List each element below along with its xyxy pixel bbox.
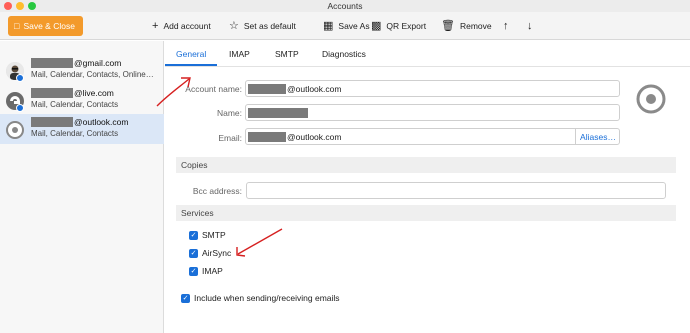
account-name-field[interactable]: @outlook.com bbox=[245, 80, 620, 97]
arrow-up-icon: ↑ bbox=[503, 19, 509, 32]
service-label: AirSync bbox=[202, 248, 232, 258]
include-send-receive-checkbox[interactable]: ✓ Include when sending/receiving emails bbox=[181, 293, 340, 303]
account-name: @live.com bbox=[31, 88, 114, 98]
window-title: Accounts bbox=[327, 1, 363, 11]
account-services: Mail, Calendar, Contacts, Online… bbox=[31, 70, 154, 79]
add-account-button[interactable]: + Add account bbox=[152, 18, 211, 34]
save-as-button[interactable]: ▦ Save As bbox=[323, 18, 370, 34]
checkmark-icon: ✓ bbox=[189, 266, 198, 276]
redacted-block bbox=[31, 88, 73, 98]
bcc-address-field[interactable] bbox=[246, 182, 666, 199]
account-name: @outlook.com bbox=[31, 117, 128, 127]
checkmark-icon: ✓ bbox=[189, 230, 198, 240]
checkmark-icon: ✓ bbox=[181, 293, 190, 303]
bcc-label: Bcc address: bbox=[192, 186, 242, 196]
badge-icon bbox=[16, 104, 24, 112]
set-default-button[interactable]: ☆ Set as default bbox=[229, 18, 296, 34]
redacted-block bbox=[248, 83, 286, 94]
account-domain: @outlook.com bbox=[74, 117, 129, 127]
toolbar: □ Save & Close + Add account ☆ Set as de… bbox=[0, 12, 690, 40]
save-as-icon: ▦ bbox=[323, 19, 334, 32]
star-icon: ☆ bbox=[229, 19, 239, 32]
service-smtp-checkbox[interactable]: ✓ SMTP bbox=[189, 230, 226, 240]
title-bar: Accounts bbox=[0, 0, 690, 12]
tab-smtp[interactable]: SMTP bbox=[275, 49, 299, 59]
redacted-block bbox=[248, 131, 286, 142]
aliases-button[interactable]: Aliases… bbox=[575, 128, 620, 145]
save-close-label: Save & Close bbox=[23, 21, 75, 31]
email-value: @outlook.com bbox=[287, 131, 342, 142]
qr-export-button[interactable]: ▩ QR Export bbox=[371, 18, 426, 34]
services-section-header: Services bbox=[176, 205, 676, 221]
service-airsync-checkbox[interactable]: ✓ AirSync bbox=[189, 248, 231, 258]
set-default-label: Set as default bbox=[243, 21, 296, 31]
account-name: @gmail.com bbox=[31, 58, 121, 68]
tab-general[interactable]: General bbox=[176, 49, 206, 59]
active-tab-indicator bbox=[165, 64, 217, 66]
move-down-button[interactable]: ↓ bbox=[527, 18, 533, 34]
qr-export-label: QR Export bbox=[386, 21, 427, 31]
checkmark-icon: ✓ bbox=[189, 248, 198, 258]
account-domain: @gmail.com bbox=[74, 58, 122, 68]
badge-icon bbox=[16, 74, 24, 82]
account-sidebar: @gmail.com Mail, Calendar, Contacts, Onl… bbox=[0, 41, 164, 333]
tab-diagnostics[interactable]: Diagnostics bbox=[322, 49, 366, 59]
add-account-label: Add account bbox=[163, 21, 211, 31]
account-item-gmail[interactable]: @gmail.com Mail, Calendar, Contacts, Onl… bbox=[0, 55, 164, 85]
save-close-button[interactable]: □ Save & Close bbox=[8, 16, 83, 36]
service-imap-checkbox[interactable]: ✓ IMAP bbox=[189, 266, 223, 276]
tab-imap[interactable]: IMAP bbox=[229, 49, 250, 59]
remove-label: Remove bbox=[459, 21, 492, 31]
trash-icon: 🗑 bbox=[441, 19, 455, 32]
annotation-arrow bbox=[237, 228, 283, 255]
account-services: Mail, Calendar, Contacts bbox=[31, 129, 119, 138]
zoom-window-button[interactable] bbox=[28, 2, 36, 10]
close-window-button[interactable] bbox=[4, 2, 12, 10]
name-field[interactable] bbox=[245, 104, 620, 121]
minimize-window-button[interactable] bbox=[16, 2, 24, 10]
target-icon bbox=[636, 84, 666, 114]
account-domain: @live.com bbox=[74, 88, 114, 98]
service-label: SMTP bbox=[202, 230, 226, 240]
remove-button[interactable]: 🗑 Remove bbox=[441, 18, 492, 34]
email-label: Email: bbox=[218, 133, 242, 143]
redacted-block bbox=[248, 107, 308, 118]
copies-section-header: Copies bbox=[176, 157, 676, 173]
account-name-label: Account name: bbox=[185, 84, 242, 94]
account-item-live[interactable]: @live.com Mail, Calendar, Contacts bbox=[0, 85, 164, 115]
redacted-block bbox=[31, 58, 73, 68]
annotation-arrowhead bbox=[236, 247, 246, 257]
qr-code-icon: ▩ bbox=[371, 19, 382, 32]
name-label: Name: bbox=[216, 108, 242, 118]
account-services: Mail, Calendar, Contacts bbox=[31, 100, 119, 109]
save-as-label: Save As bbox=[338, 21, 370, 31]
plus-icon: + bbox=[152, 19, 159, 32]
move-up-button[interactable]: ↑ bbox=[503, 18, 509, 34]
account-item-outlook[interactable]: @outlook.com Mail, Calendar, Contacts bbox=[0, 114, 164, 144]
email-field[interactable]: @outlook.com bbox=[245, 128, 620, 145]
arrow-down-icon: ↓ bbox=[527, 19, 533, 32]
service-label: IMAP bbox=[202, 266, 223, 276]
include-label: Include when sending/receiving emails bbox=[194, 293, 340, 303]
account-name-value: @outlook.com bbox=[287, 83, 342, 94]
target-icon bbox=[6, 121, 24, 139]
redacted-block bbox=[31, 117, 73, 127]
save-icon: □ bbox=[14, 21, 20, 31]
settings-tabs: General IMAP SMTP Diagnostics bbox=[165, 41, 690, 67]
